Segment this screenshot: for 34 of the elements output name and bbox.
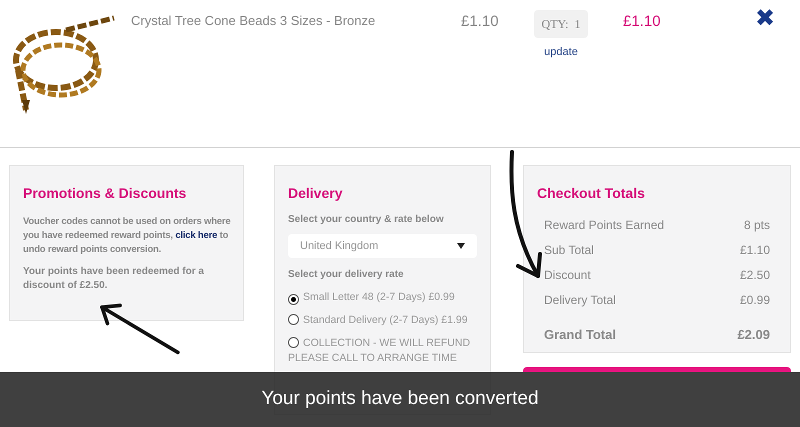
unit-price: £1.10	[461, 12, 500, 32]
rate-option[interactable]: Small Letter 48 (2-7 Days) £0.99	[288, 290, 477, 305]
line-total: £1.10	[623, 12, 662, 32]
undo-link[interactable]: click here	[175, 230, 218, 241]
remove-button[interactable]: ✖	[755, 6, 775, 32]
rate-label: Select your delivery rate	[288, 268, 405, 282]
total-label: Discount	[544, 267, 591, 284]
panel-title: Checkout Totals	[537, 184, 646, 203]
total-label: Reward Points Earned	[544, 217, 664, 234]
voucher-notice: Voucher codes cannot be used on orders where you have redeemed reward points, click here to undo reward points conversion.	[23, 215, 232, 257]
rate-option[interactable]: COLLECTION - WE WILL REFUND PLEASE CALL TO ARRANGE TIME	[288, 336, 477, 366]
total-value: £0.99	[740, 292, 770, 309]
total-value: 8 pts	[744, 217, 770, 234]
radio-button[interactable]	[288, 337, 299, 348]
dropdown-arrow-icon	[457, 243, 465, 249]
total-label: Sub Total	[544, 242, 594, 259]
total-value: £2.50	[740, 267, 770, 284]
panel-title: Promotions & Discounts	[23, 184, 188, 203]
caption-text: Your points have been converted	[261, 387, 539, 412]
radio-button[interactable]	[288, 294, 299, 305]
quantity-field[interactable]: QTY: 1	[534, 10, 588, 38]
grand-total-value: £2.09	[737, 326, 770, 344]
checkout-button[interactable]	[523, 367, 791, 372]
update-link[interactable]: update	[544, 44, 578, 60]
product-name: Crystal Tree Cone Beads 3 Sizes - Bronze	[131, 12, 376, 30]
grand-total-label: Grand Total	[544, 326, 616, 344]
panel-title: Delivery	[288, 184, 344, 203]
country-label: Select your country & rate below	[288, 213, 445, 227]
redeemed-message: Your points have been redeemed for a discount of £2.50.	[23, 265, 205, 293]
rate-option[interactable]: Standard Delivery (2-7 Days) £1.99	[288, 313, 477, 328]
total-label: Delivery Total	[544, 292, 616, 309]
total-value: £1.10	[740, 242, 770, 259]
country-select[interactable]: United Kingdom	[288, 234, 477, 258]
radio-button[interactable]	[288, 314, 299, 325]
